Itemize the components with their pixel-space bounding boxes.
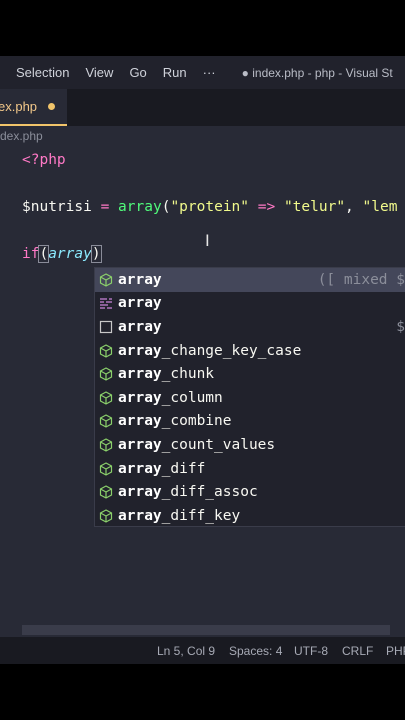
suggestion-item[interactable]: array_combine — [95, 410, 405, 434]
status-bar: Ln 5, Col 9 Spaces: 4 UTF-8 CRLF PHP — [0, 637, 405, 664]
suggestion-item[interactable]: array_change_key_case — [95, 339, 405, 363]
menu-go[interactable]: Go — [129, 65, 146, 80]
suggestion-item[interactable]: array_diff_key — [95, 504, 405, 528]
suggestion-item[interactable]: array_column — [95, 386, 405, 410]
suggestion-label: array_diff_key — [118, 507, 241, 524]
suggestion-label: array_change_key_case — [118, 342, 302, 359]
string-token: "protein" — [170, 199, 250, 215]
paren-token: ) — [90, 245, 102, 263]
unsaved-dot-icon[interactable] — [48, 103, 55, 110]
cube-icon — [98, 414, 113, 429]
keyword-icon — [98, 296, 113, 311]
suggestion-widget: array ([ mixed $ array array $ array_cha… — [94, 267, 405, 527]
cube-icon — [98, 437, 113, 452]
variable-token: $nutrisi — [22, 199, 92, 215]
suggestion-label: array_chunk — [118, 366, 215, 383]
tab-index-php[interactable]: ex.php — [0, 89, 67, 126]
suggestion-item[interactable]: array_count_values — [95, 433, 405, 457]
text-cursor-icon: I — [205, 231, 210, 250]
suggestion-label: array_column — [118, 389, 223, 406]
suggestion-label: array_diff — [118, 460, 206, 477]
status-indentation[interactable]: Spaces: 4 — [229, 644, 282, 658]
cube-icon — [98, 272, 113, 287]
suggestion-item[interactable]: array $ — [95, 315, 405, 339]
status-language[interactable]: PHP — [386, 644, 405, 658]
suggestion-label: array_count_values — [118, 436, 276, 453]
horizontal-scrollbar[interactable] — [22, 625, 390, 635]
comma-token: , — [345, 199, 363, 215]
cube-icon — [98, 485, 113, 500]
suggestion-item[interactable]: array ([ mixed $ — [95, 268, 405, 292]
snippet-icon — [98, 319, 113, 334]
suggestion-item[interactable]: array_diff — [95, 457, 405, 481]
cube-icon — [98, 461, 113, 476]
suggestion-detail: ([ mixed $ — [317, 271, 405, 288]
suggestion-label: array — [118, 318, 162, 335]
code-line-3[interactable]: if(array) — [22, 245, 102, 263]
paren-token: ( — [38, 245, 50, 263]
code-line-2[interactable]: $nutrisi = array("protein" => "telur", "… — [22, 199, 397, 215]
suggestion-item[interactable]: array_diff_assoc — [95, 480, 405, 504]
code-line-1[interactable]: <?php — [22, 152, 66, 168]
string-token: "telur" — [283, 199, 346, 215]
suggestion-label: array_combine — [118, 413, 232, 430]
suggestion-item[interactable]: array — [95, 292, 405, 316]
suggestion-label: array — [118, 295, 162, 312]
status-eol[interactable]: CRLF — [342, 644, 373, 658]
suggestion-detail: $ — [396, 318, 405, 335]
suggestion-item[interactable]: array_chunk — [95, 362, 405, 386]
cube-icon — [98, 508, 113, 523]
tab-label: ex.php — [0, 99, 38, 114]
menu-run[interactable]: Run — [163, 65, 187, 80]
menu-view[interactable]: View — [85, 65, 113, 80]
tab-bar: ex.php — [0, 89, 405, 126]
function-token: array — [118, 199, 162, 215]
suggestion-label: array_diff_assoc — [118, 484, 258, 501]
window-title: ● index.php - php - Visual St — [241, 65, 393, 80]
menu-selection[interactable]: Selection — [16, 65, 69, 80]
string-token: "lem — [362, 199, 398, 215]
breadcrumb[interactable]: dex.php — [0, 129, 43, 143]
menu-bar: Selection View Go Run ··· ● index.php - … — [0, 56, 405, 89]
php-open-tag: <?php — [22, 152, 66, 168]
cube-icon — [98, 367, 113, 382]
status-encoding[interactable]: UTF-8 — [294, 644, 328, 658]
assign-token: = — [91, 199, 119, 215]
editor-window: Selection View Go Run ··· ● index.php - … — [0, 56, 405, 664]
suggestion-label: array — [118, 271, 162, 288]
function-token: array — [48, 246, 92, 262]
keyword-token: if — [22, 246, 40, 262]
status-cursor-position[interactable]: Ln 5, Col 9 — [157, 644, 215, 658]
arrow-token: => — [249, 199, 284, 215]
cube-icon — [98, 390, 113, 405]
cube-icon — [98, 343, 113, 358]
menu-more[interactable]: ··· — [203, 65, 216, 80]
